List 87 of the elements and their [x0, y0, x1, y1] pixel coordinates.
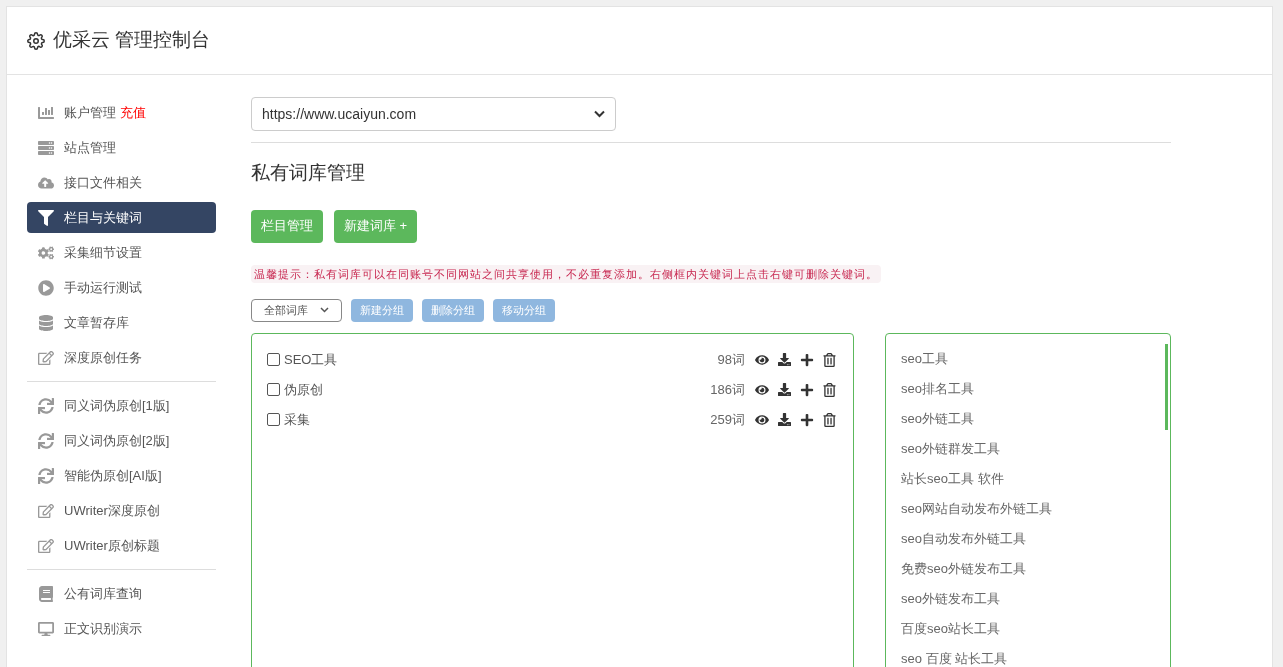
sidebar-item[interactable]: 栏目与关键词 [27, 202, 216, 233]
keyword-item[interactable]: 百度seo站长工具 [901, 613, 1170, 644]
keyword-item[interactable]: seo网站自动发布外链工具 [901, 493, 1170, 524]
word-count: 186词 [710, 380, 745, 399]
library-name[interactable]: 伪原创 [284, 379, 323, 400]
library-filter-select[interactable]: 全部词库 [251, 298, 342, 322]
word-count: 98词 [717, 350, 745, 369]
sidebar-item-label: 接口文件相关 [64, 173, 142, 192]
view-icon[interactable] [755, 412, 769, 427]
keyword-item[interactable]: seo 百度 站长工具 [901, 643, 1170, 667]
refresh-icon [38, 467, 54, 484]
library-name[interactable]: SEO工具 [284, 349, 338, 370]
library-checkbox[interactable] [267, 383, 280, 396]
delete-icon[interactable] [823, 412, 836, 427]
sidebar-item[interactable]: UWriter原创标题 [27, 530, 216, 561]
library-checkbox[interactable] [267, 353, 280, 366]
add-icon[interactable] [800, 412, 814, 427]
delete-icon[interactable] [823, 352, 836, 367]
sidebar-item-label: 站点管理 [64, 138, 116, 157]
view-icon[interactable] [755, 352, 769, 367]
sidebar-item-label: 文章暂存库 [64, 313, 129, 332]
sidebar-item[interactable]: 接口文件相关 [27, 167, 216, 198]
keyword-item[interactable]: seo排名工具 [901, 373, 1170, 404]
add-icon[interactable] [800, 382, 814, 397]
sidebar-item-label: 同义词伪原创[1版] [64, 396, 170, 415]
filter-icon [38, 209, 54, 226]
keyword-item[interactable]: 站长seo工具 软件 [901, 463, 1170, 494]
download-icon[interactable] [778, 353, 791, 366]
monitor-icon [38, 620, 54, 637]
sidebar-item[interactable]: 站点管理 [27, 132, 216, 163]
console-title: 优采云 管理控制台 [53, 28, 211, 53]
sidebar-item-label: UWriter深度原创 [64, 501, 160, 520]
view-icon[interactable] [755, 382, 769, 397]
download-icon[interactable] [778, 383, 791, 396]
word-count: 259词 [710, 410, 745, 429]
library-checkbox[interactable] [267, 413, 280, 426]
chevron-down-icon [594, 110, 605, 118]
sidebar-item-label: 智能伪原创[AI版] [64, 466, 162, 485]
settings-icon [27, 31, 45, 50]
sidebar-item[interactable]: 手动运行测试 [27, 272, 216, 303]
scrollbar-thumb[interactable] [1165, 343, 1168, 430]
database-icon [38, 314, 54, 331]
sidebar-item[interactable]: 账户管理 充值 [27, 97, 216, 128]
recharge-link[interactable]: 充值 [120, 102, 146, 123]
play-icon [38, 279, 54, 296]
refresh-icon [38, 432, 54, 449]
download-icon[interactable] [778, 413, 791, 426]
edit-icon [38, 349, 54, 366]
sidebar-item-label: 手动运行测试 [64, 278, 142, 297]
sidebar-item[interactable]: 采集细节设置 [27, 237, 216, 268]
sidebar-item-label: 采集细节设置 [64, 243, 142, 262]
sidebar-item-label: 公有词库查询 [64, 584, 142, 603]
edit-icon [38, 537, 54, 554]
sidebar-item[interactable]: 同义词伪原创[1版] [27, 390, 216, 421]
gears-icon [38, 244, 54, 261]
chevron-down-icon [320, 307, 329, 313]
sidebar-item[interactable]: 同义词伪原创[2版] [27, 425, 216, 456]
keyword-item[interactable]: seo外链工具 [901, 403, 1170, 434]
page-title: 私有词库管理 [251, 161, 366, 185]
keyword-item[interactable]: seo工具 [901, 343, 1170, 374]
sidebar-item-label: 账户管理 [64, 103, 116, 122]
sidebar-item[interactable]: 正文识别演示 [27, 613, 216, 644]
sidebar-item[interactable]: 智能伪原创[AI版] [27, 460, 216, 491]
sidebar-item-label: 正文识别演示 [64, 619, 142, 638]
sidebar-item-label: UWriter原创标题 [64, 536, 160, 555]
cloud-upload-icon [38, 174, 54, 191]
bar-chart-icon [38, 104, 54, 121]
sidebar-item-label: 深度原创任务 [64, 348, 142, 367]
sidebar-item[interactable]: 深度原创任务 [27, 342, 216, 373]
refresh-icon [38, 397, 54, 414]
book-icon [38, 585, 54, 602]
add-icon[interactable] [800, 352, 814, 367]
edit-icon [38, 502, 54, 519]
tip-text: 温馨提示：私有词库可以在同账号不同网站之间共享使用，不必重复添加。右侧框内关键词上点击右键可删除关键词。 [251, 264, 881, 283]
library-name[interactable]: 采集 [284, 409, 310, 430]
keyword-item[interactable]: 免费seo外链发布工具 [901, 553, 1170, 584]
keyword-item[interactable]: seo外链群发工具 [901, 433, 1170, 464]
sidebar-item-label: 同义词伪原创[2版] [64, 431, 170, 450]
sidebar-item[interactable]: 公有词库查询 [27, 578, 216, 609]
keyword-item[interactable]: seo自动发布外链工具 [901, 523, 1170, 554]
delete-icon[interactable] [823, 382, 836, 397]
site-select[interactable]: https://www.ucaiyun.com [251, 97, 616, 131]
server-icon [38, 139, 54, 156]
keyword-item[interactable]: seo外链发布工具 [901, 583, 1170, 614]
sidebar-item-label: 栏目与关键词 [64, 208, 142, 227]
sidebar-item[interactable]: 文章暂存库 [27, 307, 216, 338]
sidebar-item[interactable]: UWriter深度原创 [27, 495, 216, 526]
